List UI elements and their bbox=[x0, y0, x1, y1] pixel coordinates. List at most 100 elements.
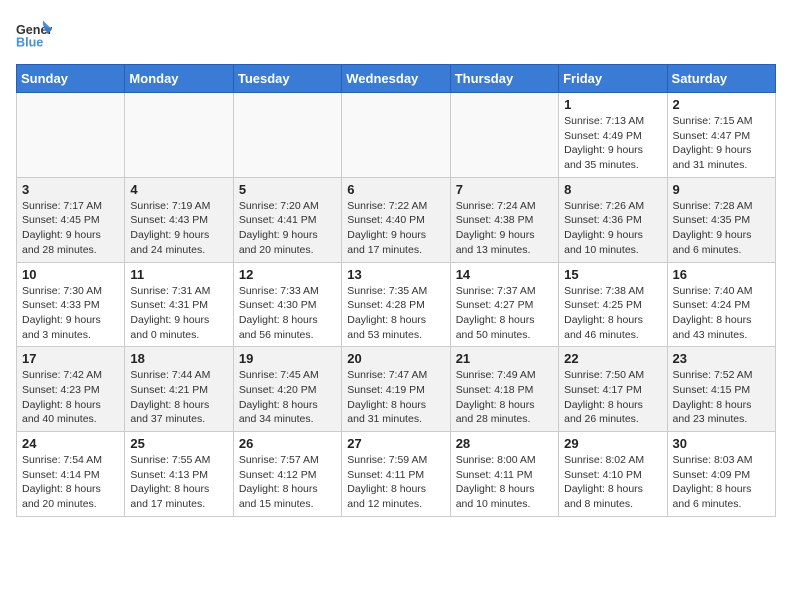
calendar-week-row: 24 Sunrise: 7:54 AMSunset: 4:14 PMDayligh… bbox=[17, 432, 776, 517]
weekday-header: Wednesday bbox=[342, 65, 450, 93]
logo: General Blue bbox=[16, 16, 52, 52]
calendar-cell: 16Sunrise: 7:40 AMSunset: 4:24 PMDayligh… bbox=[667, 262, 775, 347]
calendar-cell: 12 Sunrise: 7:33 AMSunset: 4:30 PMDayligh… bbox=[233, 262, 341, 347]
day-info: Sunrise: 7:19 AMSunset: 4:43 PMDaylight:… bbox=[130, 199, 227, 258]
calendar-cell: 15 Sunrise: 7:38 AMSunset: 4:25 PMDayligh… bbox=[559, 262, 667, 347]
day-number: 3 bbox=[22, 182, 119, 197]
day-info: Sunrise: 8:00 AMSunset: 4:11 PMDaylight:… bbox=[456, 453, 553, 512]
calendar-cell: 10 Sunrise: 7:30 AMSunset: 4:33 PMDayligh… bbox=[17, 262, 125, 347]
day-info: Sunrise: 7:40 AMSunset: 4:24 PMDaylight:… bbox=[673, 284, 770, 343]
calendar-cell: 29 Sunrise: 8:02 AMSunset: 4:10 PMDayligh… bbox=[559, 432, 667, 517]
day-info: Sunrise: 7:54 AMSunset: 4:14 PMDaylight:… bbox=[22, 453, 119, 512]
calendar-cell bbox=[233, 93, 341, 178]
day-info: Sunrise: 7:47 AMSunset: 4:19 PMDaylight:… bbox=[347, 368, 444, 427]
calendar-table: SundayMondayTuesdayWednesdayThursdayFrid… bbox=[16, 64, 776, 517]
day-number: 22 bbox=[564, 351, 661, 366]
day-info: Sunrise: 7:22 AMSunset: 4:40 PMDaylight:… bbox=[347, 199, 444, 258]
day-number: 2 bbox=[673, 97, 770, 112]
calendar-cell: 2 Sunrise: 7:15 AMSunset: 4:47 PMDaylight… bbox=[667, 93, 775, 178]
day-info: Sunrise: 8:03 AMSunset: 4:09 PMDaylight:… bbox=[673, 453, 770, 512]
day-number: 15 bbox=[564, 267, 661, 282]
calendar-cell: 18Sunrise: 7:44 AMSunset: 4:21 PMDayligh… bbox=[125, 347, 233, 432]
calendar-cell: 17 Sunrise: 7:42 AMSunset: 4:23 PMDayligh… bbox=[17, 347, 125, 432]
day-info: Sunrise: 7:44 AMSunset: 4:21 PMDaylight:… bbox=[130, 368, 227, 427]
day-info: Sunrise: 7:38 AMSunset: 4:25 PMDaylight:… bbox=[564, 284, 661, 343]
day-info: Sunrise: 7:15 AMSunset: 4:47 PMDaylight:… bbox=[673, 114, 770, 173]
calendar-cell: 21 Sunrise: 7:49 AMSunset: 4:18 PMDayligh… bbox=[450, 347, 558, 432]
weekday-header: Saturday bbox=[667, 65, 775, 93]
calendar-cell: 24 Sunrise: 7:54 AMSunset: 4:14 PMDayligh… bbox=[17, 432, 125, 517]
day-info: Sunrise: 7:57 AMSunset: 4:12 PMDaylight:… bbox=[239, 453, 336, 512]
day-info: Sunrise: 7:28 AMSunset: 4:35 PMDaylight:… bbox=[673, 199, 770, 258]
page-header: General Blue bbox=[16, 16, 776, 52]
calendar-cell bbox=[17, 93, 125, 178]
calendar-cell: 20Sunrise: 7:47 AMSunset: 4:19 PMDayligh… bbox=[342, 347, 450, 432]
day-info: Sunrise: 7:31 AMSunset: 4:31 PMDaylight:… bbox=[130, 284, 227, 343]
calendar-cell: 27Sunrise: 7:59 AMSunset: 4:11 PMDayligh… bbox=[342, 432, 450, 517]
day-number: 19 bbox=[239, 351, 336, 366]
day-number: 13 bbox=[347, 267, 444, 282]
day-info: Sunrise: 7:24 AMSunset: 4:38 PMDaylight:… bbox=[456, 199, 553, 258]
calendar-cell: 26 Sunrise: 7:57 AMSunset: 4:12 PMDayligh… bbox=[233, 432, 341, 517]
weekday-header: Monday bbox=[125, 65, 233, 93]
day-number: 27 bbox=[347, 436, 444, 451]
calendar-cell: 14 Sunrise: 7:37 AMSunset: 4:27 PMDayligh… bbox=[450, 262, 558, 347]
calendar-cell: 4Sunrise: 7:19 AMSunset: 4:43 PMDaylight… bbox=[125, 177, 233, 262]
calendar-cell: 23Sunrise: 7:52 AMSunset: 4:15 PMDayligh… bbox=[667, 347, 775, 432]
calendar-cell: 7 Sunrise: 7:24 AMSunset: 4:38 PMDaylight… bbox=[450, 177, 558, 262]
weekday-header: Tuesday bbox=[233, 65, 341, 93]
day-info: Sunrise: 7:45 AMSunset: 4:20 PMDaylight:… bbox=[239, 368, 336, 427]
day-number: 26 bbox=[239, 436, 336, 451]
calendar-cell: 13 Sunrise: 7:35 AMSunset: 4:28 PMDayligh… bbox=[342, 262, 450, 347]
calendar-cell: 11 Sunrise: 7:31 AMSunset: 4:31 PMDayligh… bbox=[125, 262, 233, 347]
weekday-header: Friday bbox=[559, 65, 667, 93]
calendar-week-row: 10 Sunrise: 7:30 AMSunset: 4:33 PMDayligh… bbox=[17, 262, 776, 347]
day-number: 7 bbox=[456, 182, 553, 197]
day-number: 25 bbox=[130, 436, 227, 451]
day-info: Sunrise: 7:35 AMSunset: 4:28 PMDaylight:… bbox=[347, 284, 444, 343]
day-info: Sunrise: 7:50 AMSunset: 4:17 PMDaylight:… bbox=[564, 368, 661, 427]
day-number: 11 bbox=[130, 267, 227, 282]
calendar-cell: 1Sunrise: 7:13 AMSunset: 4:49 PMDaylight… bbox=[559, 93, 667, 178]
calendar-week-row: 1Sunrise: 7:13 AMSunset: 4:49 PMDaylight… bbox=[17, 93, 776, 178]
day-number: 1 bbox=[564, 97, 661, 112]
calendar-cell: 30 Sunrise: 8:03 AMSunset: 4:09 PMDayligh… bbox=[667, 432, 775, 517]
day-number: 30 bbox=[673, 436, 770, 451]
calendar-cell: 8Sunrise: 7:26 AMSunset: 4:36 PMDaylight… bbox=[559, 177, 667, 262]
day-number: 24 bbox=[22, 436, 119, 451]
day-info: Sunrise: 7:33 AMSunset: 4:30 PMDaylight:… bbox=[239, 284, 336, 343]
day-info: Sunrise: 7:52 AMSunset: 4:15 PMDaylight:… bbox=[673, 368, 770, 427]
day-number: 17 bbox=[22, 351, 119, 366]
weekday-header: Sunday bbox=[17, 65, 125, 93]
day-number: 5 bbox=[239, 182, 336, 197]
calendar-cell: 25 Sunrise: 7:55 AMSunset: 4:13 PMDayligh… bbox=[125, 432, 233, 517]
day-number: 6 bbox=[347, 182, 444, 197]
day-number: 10 bbox=[22, 267, 119, 282]
day-info: Sunrise: 7:42 AMSunset: 4:23 PMDaylight:… bbox=[22, 368, 119, 427]
day-number: 14 bbox=[456, 267, 553, 282]
day-number: 9 bbox=[673, 182, 770, 197]
calendar-cell: 22 Sunrise: 7:50 AMSunset: 4:17 PMDayligh… bbox=[559, 347, 667, 432]
day-number: 28 bbox=[456, 436, 553, 451]
calendar-cell: 6 Sunrise: 7:22 AMSunset: 4:40 PMDaylight… bbox=[342, 177, 450, 262]
calendar-cell: 19 Sunrise: 7:45 AMSunset: 4:20 PMDayligh… bbox=[233, 347, 341, 432]
svg-text:Blue: Blue bbox=[16, 36, 43, 50]
day-number: 21 bbox=[456, 351, 553, 366]
weekday-header: Thursday bbox=[450, 65, 558, 93]
calendar-cell bbox=[125, 93, 233, 178]
day-number: 12 bbox=[239, 267, 336, 282]
day-info: Sunrise: 7:55 AMSunset: 4:13 PMDaylight:… bbox=[130, 453, 227, 512]
calendar-cell bbox=[342, 93, 450, 178]
logo-icon: General Blue bbox=[16, 16, 52, 52]
day-info: Sunrise: 7:37 AMSunset: 4:27 PMDaylight:… bbox=[456, 284, 553, 343]
day-info: Sunrise: 7:30 AMSunset: 4:33 PMDaylight:… bbox=[22, 284, 119, 343]
day-info: Sunrise: 8:02 AMSunset: 4:10 PMDaylight:… bbox=[564, 453, 661, 512]
day-info: Sunrise: 7:20 AMSunset: 4:41 PMDaylight:… bbox=[239, 199, 336, 258]
day-info: Sunrise: 7:49 AMSunset: 4:18 PMDaylight:… bbox=[456, 368, 553, 427]
day-info: Sunrise: 7:26 AMSunset: 4:36 PMDaylight:… bbox=[564, 199, 661, 258]
calendar-cell: 3Sunrise: 7:17 AMSunset: 4:45 PMDaylight… bbox=[17, 177, 125, 262]
calendar-cell: 9 Sunrise: 7:28 AMSunset: 4:35 PMDaylight… bbox=[667, 177, 775, 262]
calendar-cell: 5 Sunrise: 7:20 AMSunset: 4:41 PMDaylight… bbox=[233, 177, 341, 262]
day-number: 29 bbox=[564, 436, 661, 451]
calendar-header-row: SundayMondayTuesdayWednesdayThursdayFrid… bbox=[17, 65, 776, 93]
